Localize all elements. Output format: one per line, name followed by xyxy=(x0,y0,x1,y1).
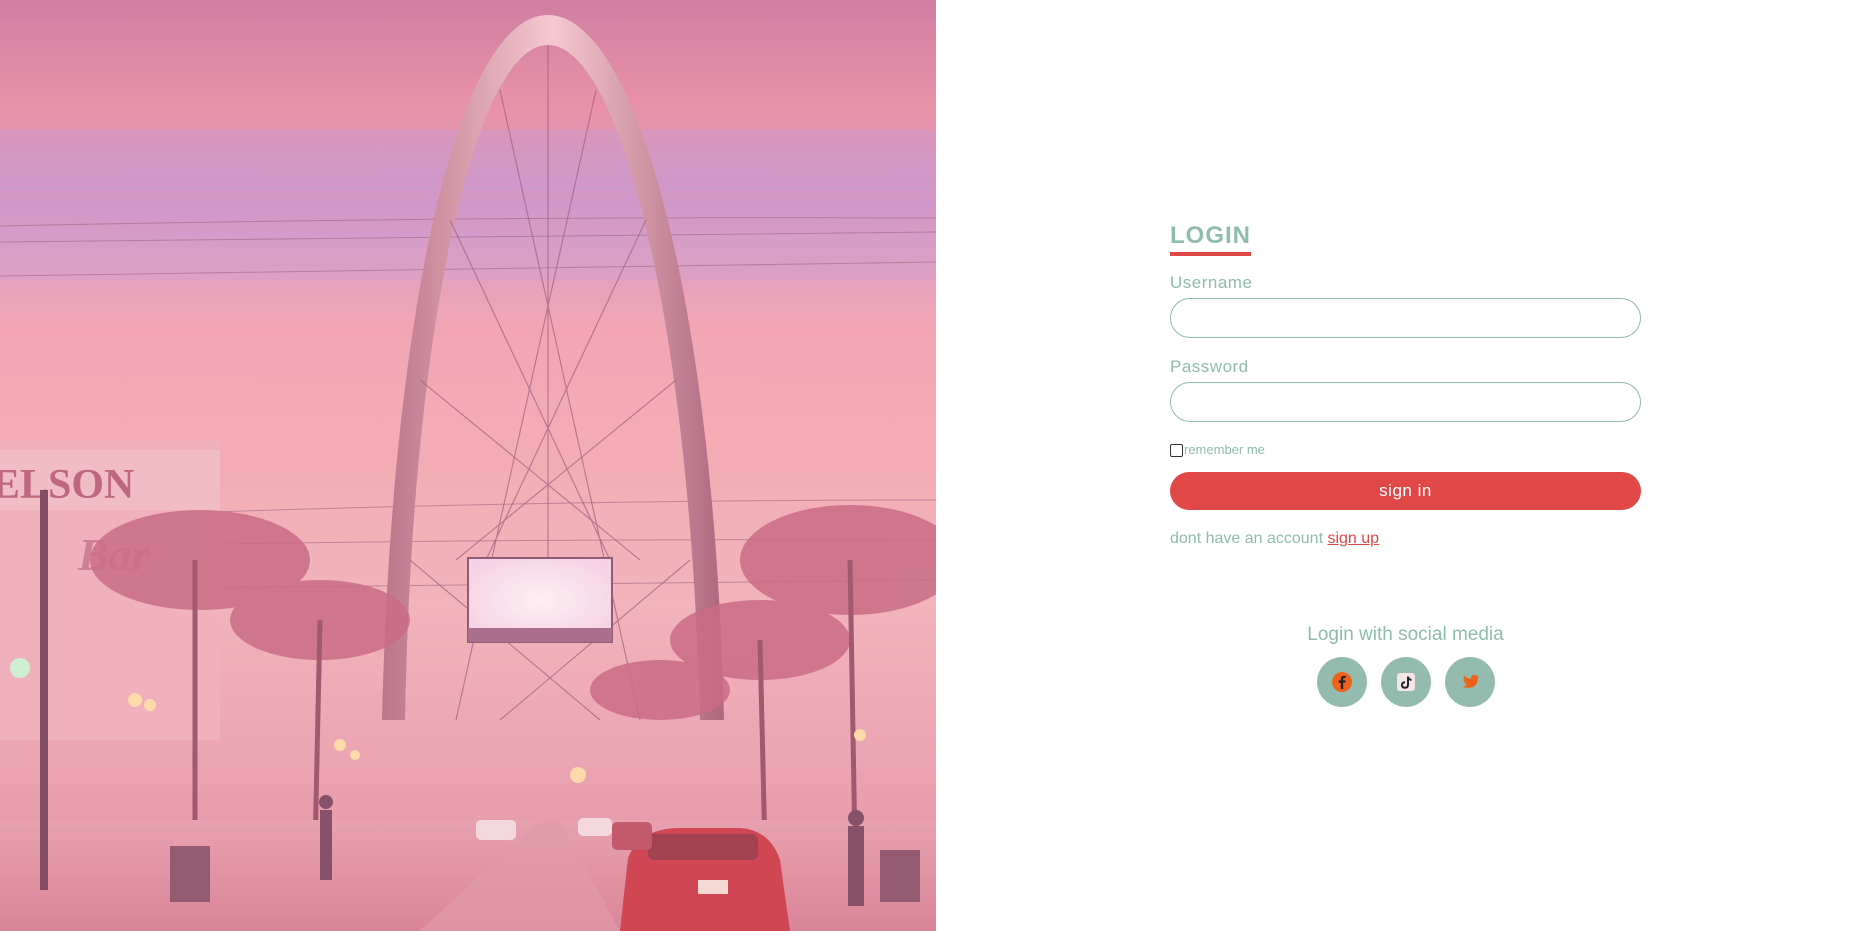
twitter-icon xyxy=(1461,674,1479,688)
arch-street-photo: ELSON Bar xyxy=(0,0,936,931)
remember-me-row: remember me xyxy=(1170,441,1641,457)
tiktok-button[interactable] xyxy=(1380,657,1431,707)
login-form: LOGIN Username Password remember me sign… xyxy=(1170,222,1641,548)
signup-prompt: dont have an account sign up xyxy=(1170,530,1641,548)
login-title: LOGIN xyxy=(1170,222,1251,256)
no-account-text: dont have an account xyxy=(1170,530,1324,547)
facebook-icon xyxy=(1331,672,1352,692)
login-panel: LOGIN Username Password remember me sign… xyxy=(936,0,1874,931)
remember-me-label[interactable]: remember me xyxy=(1184,443,1265,457)
tiktok-icon xyxy=(1396,673,1415,691)
social-login: Login with social media xyxy=(1170,624,1641,707)
hero-image: ELSON Bar xyxy=(0,0,936,931)
social-icons-row xyxy=(1170,657,1641,707)
social-login-title: Login with social media xyxy=(1307,624,1504,645)
password-label: Password xyxy=(1170,357,1249,376)
sign-in-button[interactable]: sign in xyxy=(1170,472,1641,510)
facebook-button[interactable] xyxy=(1316,657,1367,707)
username-input[interactable] xyxy=(1170,298,1641,338)
username-label: Username xyxy=(1170,273,1253,292)
sign-up-link[interactable]: sign up xyxy=(1327,530,1379,547)
password-input[interactable] xyxy=(1170,382,1641,422)
twitter-button[interactable] xyxy=(1444,657,1495,707)
remember-me-checkbox[interactable] xyxy=(1170,444,1183,457)
